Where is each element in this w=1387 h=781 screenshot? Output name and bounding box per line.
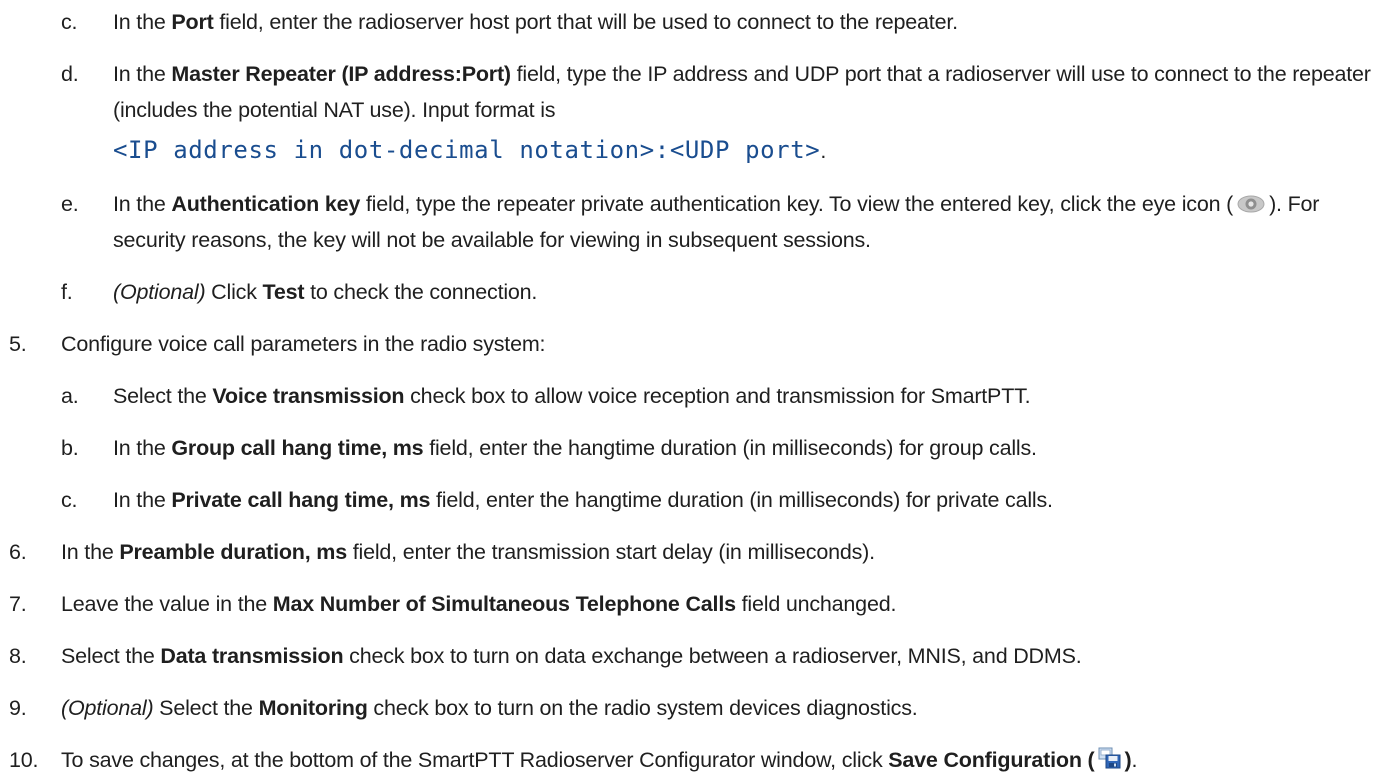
step-number: d. xyxy=(61,62,79,86)
step-text: Select the Data transmission check box t… xyxy=(61,644,1082,668)
instructions-document: c. In the Port field, enter the radioser… xyxy=(0,0,1387,774)
step-number: 5. xyxy=(9,332,27,356)
field-name-master-repeater: Master Repeater (IP address:Port) xyxy=(171,62,511,86)
button-name-test: Test xyxy=(262,280,305,304)
step-number: 7. xyxy=(9,592,27,616)
step-number: a. xyxy=(61,384,79,408)
step-text: In the Private call hang time, ms field,… xyxy=(113,488,1053,512)
eye-icon xyxy=(1236,189,1266,213)
step-number: 6. xyxy=(9,540,27,564)
field-name-voice-transmission: Voice transmission xyxy=(212,384,405,408)
step-text: Leave the value in the Max Number of Sim… xyxy=(61,592,897,616)
step-text: To save changes, at the bottom of the Sm… xyxy=(61,742,1381,778)
step-number: b. xyxy=(61,436,79,460)
step-text: Configure voice call parameters in the r… xyxy=(61,332,546,356)
field-name-group-call-hang-time: Group call hang time, ms xyxy=(171,436,424,460)
optional-label: (Optional) xyxy=(61,696,154,720)
optional-label: (Optional) xyxy=(113,280,206,304)
step-text: In the Port field, enter the radioserver… xyxy=(113,10,958,34)
step-text: In the Preamble duration, ms field, ente… xyxy=(61,540,875,564)
step-text: (Optional) Select the Monitoring check b… xyxy=(61,696,918,720)
field-name-monitoring: Monitoring xyxy=(258,696,368,720)
step-text: (Optional) Click Test to check the conne… xyxy=(113,280,538,304)
field-name-max-telephone-calls: Max Number of Simultaneous Telephone Cal… xyxy=(272,592,736,616)
step-number: 8. xyxy=(9,644,27,668)
step-number: 10. xyxy=(9,748,39,772)
input-format-code: <IP address in dot-decimal notation>:<UD… xyxy=(113,136,827,164)
save-icon xyxy=(1098,745,1122,769)
field-name-port: Port xyxy=(171,10,214,34)
step-text: In the Master Repeater (IP address:Port)… xyxy=(113,56,1381,171)
step-text: Select the Voice transmission check box … xyxy=(113,384,1031,408)
step-number: f. xyxy=(61,280,73,304)
field-name-authentication-key: Authentication key xyxy=(171,192,361,216)
step-text: In the Authentication key field, type th… xyxy=(113,186,1381,258)
field-name-preamble-duration: Preamble duration, ms xyxy=(119,540,347,564)
step-number: 9. xyxy=(9,696,27,720)
field-name-data-transmission: Data transmission xyxy=(160,644,344,668)
step-text: In the Group call hang time, ms field, e… xyxy=(113,436,1037,460)
step-number: c. xyxy=(61,10,78,34)
field-name-private-call-hang-time: Private call hang time, ms xyxy=(171,488,431,512)
button-name-save-configuration: Save Configuration ( xyxy=(888,748,1095,772)
step-number: c. xyxy=(61,488,78,512)
step-number: e. xyxy=(61,192,79,216)
